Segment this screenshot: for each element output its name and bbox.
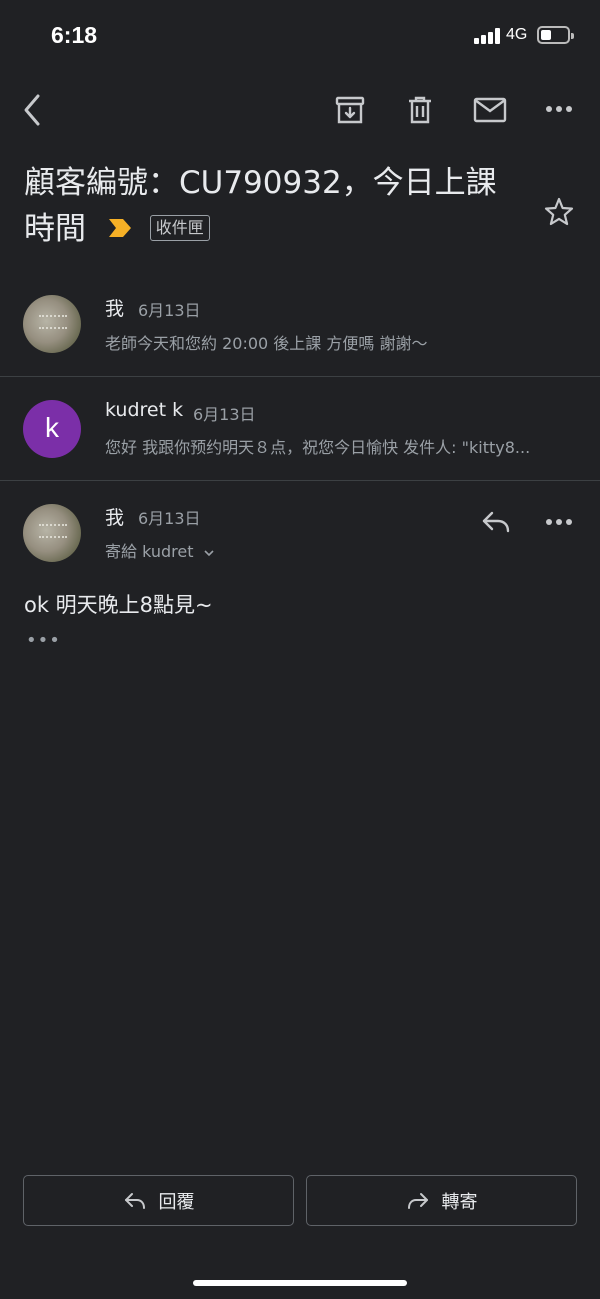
back-button[interactable] <box>18 92 48 128</box>
show-trimmed-content-button[interactable]: ••• <box>26 630 61 651</box>
forward-button-label: 轉寄 <box>441 1191 478 1213</box>
recipient-details-toggle[interactable]: 寄給 kudret <box>105 538 215 562</box>
home-indicator[interactable] <box>193 1280 407 1286</box>
message-date: 6月13日 <box>193 405 256 424</box>
importance-marker-icon[interactable] <box>108 205 132 251</box>
message-snippet: 老師今天和您約 20:00 後上課 方便嗎 謝謝～ <box>105 334 428 353</box>
network-label: 4G <box>506 26 528 43</box>
archive-button[interactable] <box>334 94 366 126</box>
star-button[interactable] <box>544 197 574 227</box>
message-body: ok 明天晚上8點見~ <box>24 593 213 617</box>
reply-icon-button[interactable] <box>481 510 511 534</box>
star-outline-icon <box>544 197 574 226</box>
forward-button[interactable]: 轉寄 <box>306 1175 577 1226</box>
more-options-button[interactable] <box>545 103 573 115</box>
divider <box>0 376 600 377</box>
message-date: 6月13日 <box>138 509 201 528</box>
inbox-label-chip[interactable]: 收件匣 <box>149 214 210 241</box>
status-bar: 6:18 4G <box>0 0 600 72</box>
battery-icon <box>537 26 574 44</box>
message-date: 6月13日 <box>138 301 201 320</box>
message-sender: kudret k <box>105 399 184 421</box>
signal-icon <box>474 28 500 44</box>
reply-icon <box>124 1192 145 1209</box>
archive-icon <box>335 96 365 124</box>
avatar <box>23 295 81 353</box>
forward-icon <box>407 1192 428 1209</box>
reply-icon <box>482 511 510 533</box>
reply-button-label: 回覆 <box>158 1191 195 1213</box>
avatar <box>23 504 81 562</box>
status-time: 6:18 <box>51 22 98 48</box>
reply-button[interactable]: 回覆 <box>23 1175 294 1226</box>
avatar: k <box>23 400 81 458</box>
mail-icon <box>473 97 507 123</box>
more-horizontal-icon <box>546 519 572 525</box>
chevron-left-icon <box>24 94 40 126</box>
delete-button[interactable] <box>404 94 436 126</box>
message-sender: 我 <box>105 298 125 320</box>
message-snippet: 您好 我跟你预约明天８点，祝您今日愉快 发件人: "kitty8... <box>105 438 531 457</box>
chevron-down-icon <box>204 549 214 556</box>
recipient-label: 寄給 kudret <box>105 542 194 561</box>
mark-unread-button[interactable] <box>473 96 507 124</box>
message-sender: 我 <box>105 507 125 529</box>
divider <box>0 480 600 481</box>
trash-icon <box>409 96 431 124</box>
message-more-button[interactable] <box>545 516 573 528</box>
more-horizontal-icon <box>546 106 572 112</box>
subject-heading: 顧客編號：CU790932，今日上課時間 收件匣 <box>24 160 504 252</box>
subject-text: 顧客編號：CU790932，今日上課時間 <box>24 165 497 247</box>
